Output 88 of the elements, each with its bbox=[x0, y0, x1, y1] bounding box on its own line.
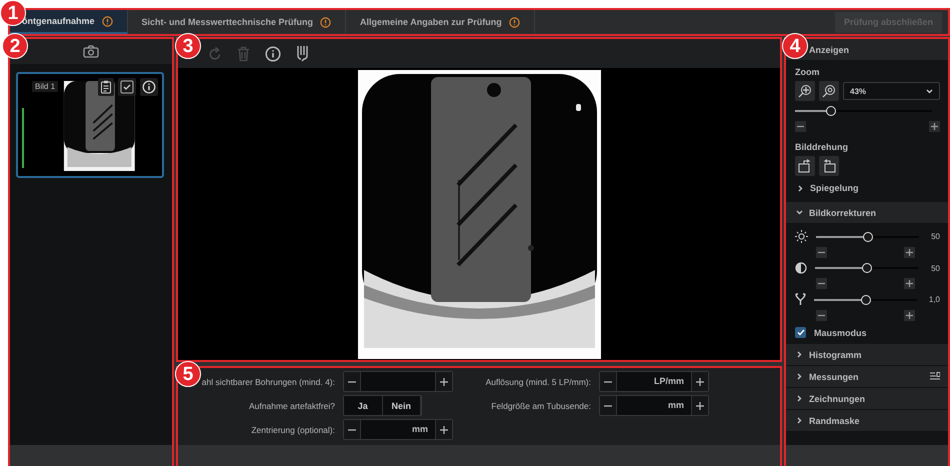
contrast-icon bbox=[795, 262, 807, 274]
increment-button[interactable] bbox=[692, 396, 708, 415]
field-label: Zentrierung (optional): bbox=[250, 424, 335, 434]
field-label: Auflösung (mind. 5 LP/mm): bbox=[484, 376, 591, 386]
info-button[interactable] bbox=[263, 44, 283, 64]
number-stepper[interactable]: LP/mm bbox=[599, 371, 709, 392]
approve-button[interactable] bbox=[118, 78, 136, 96]
image-thumbnail[interactable]: Bild 1 bbox=[16, 72, 164, 178]
zoom-in-icon bbox=[798, 84, 812, 98]
zoom-dropdown[interactable]: 43% bbox=[843, 82, 940, 100]
clip-icon bbox=[296, 44, 310, 62]
increment-button[interactable] bbox=[436, 372, 452, 391]
decrement-button[interactable] bbox=[344, 372, 360, 391]
field-label: ahl sichtbarer Bohrungen (mind. 4): bbox=[200, 376, 335, 386]
clipboard-icon bbox=[100, 80, 112, 94]
section-header[interactable]: Randmaske bbox=[809, 416, 860, 426]
chevron-right-icon bbox=[797, 184, 804, 192]
increment-button[interactable] bbox=[929, 121, 940, 132]
decrement-button[interactable] bbox=[816, 247, 827, 258]
info-icon bbox=[265, 46, 281, 62]
image-label: Bild 1 bbox=[32, 81, 58, 92]
rotate-right-icon bbox=[822, 159, 836, 173]
rotate-icon bbox=[208, 46, 222, 62]
caret-icon bbox=[926, 88, 933, 94]
section-header[interactable]: Bildkorrekturen bbox=[809, 208, 876, 218]
plus-icon bbox=[696, 378, 704, 386]
slider-value: 1,0 bbox=[928, 295, 940, 304]
trash-icon bbox=[237, 46, 250, 62]
slider-thumb[interactable] bbox=[826, 106, 836, 116]
increment-button[interactable] bbox=[436, 420, 452, 439]
decrement-button[interactable] bbox=[600, 396, 616, 415]
plus-icon bbox=[931, 123, 938, 130]
slider-value: 50 bbox=[930, 264, 940, 272]
plus-icon bbox=[906, 249, 913, 256]
option-button[interactable]: Nein bbox=[382, 396, 421, 415]
info-icon bbox=[142, 80, 156, 94]
check-icon bbox=[796, 329, 804, 336]
section-header[interactable]: Anzeigen bbox=[809, 44, 850, 54]
sun-icon bbox=[795, 230, 808, 243]
gamma-icon bbox=[795, 293, 806, 306]
subsection-header[interactable]: Spiegelung bbox=[795, 180, 940, 196]
section-header[interactable]: Messungen bbox=[809, 372, 859, 382]
plus-icon bbox=[696, 402, 704, 410]
section-label: Bilddrehung bbox=[795, 142, 849, 152]
plus-icon bbox=[906, 280, 913, 287]
slider-thumb[interactable] bbox=[862, 232, 872, 242]
plus-icon bbox=[440, 426, 448, 434]
decrement-button[interactable] bbox=[795, 121, 806, 132]
field-label: Aufnahme artefaktfrei? bbox=[248, 400, 335, 410]
check-icon bbox=[120, 80, 134, 94]
plus-icon bbox=[906, 312, 913, 319]
zoom-fit-button[interactable] bbox=[795, 81, 815, 101]
checkbox-label: Mausmodus bbox=[814, 328, 867, 338]
number-stepper[interactable]: mm bbox=[599, 395, 709, 416]
section-label: Zoom bbox=[795, 67, 820, 77]
increment-button[interactable] bbox=[692, 372, 708, 391]
slider-value: 50 bbox=[930, 232, 940, 241]
section-header[interactable]: Zeichnungen bbox=[809, 394, 865, 404]
rotate-left-icon bbox=[798, 159, 812, 173]
slider-thumb[interactable] bbox=[862, 263, 872, 273]
decrement-button[interactable] bbox=[344, 420, 360, 439]
decrement-button[interactable] bbox=[816, 310, 827, 321]
slider-thumb[interactable] bbox=[860, 294, 870, 304]
camera-icon bbox=[83, 45, 99, 58]
zoom-target-icon bbox=[822, 84, 836, 98]
field-label: Feldgröße am Tubusende: bbox=[490, 400, 591, 410]
rotate-left-button[interactable] bbox=[795, 156, 815, 176]
rotate-right-button[interactable] bbox=[819, 156, 839, 176]
minus-icon bbox=[818, 280, 825, 287]
decrement-button[interactable] bbox=[600, 372, 616, 391]
clipboard-button[interactable] bbox=[98, 78, 114, 96]
minus-icon bbox=[818, 249, 825, 256]
plus-icon bbox=[440, 378, 448, 386]
number-stepper[interactable]: mm bbox=[343, 419, 453, 440]
checkbox[interactable] bbox=[795, 327, 806, 338]
increment-button[interactable] bbox=[904, 310, 915, 321]
increment-button[interactable] bbox=[904, 278, 915, 289]
section-header[interactable]: Histogramm bbox=[809, 350, 862, 360]
zoom-actual-button[interactable] bbox=[819, 81, 839, 101]
option-button[interactable]: Ja bbox=[344, 396, 382, 415]
minus-icon bbox=[818, 312, 825, 319]
minus-icon bbox=[797, 123, 804, 130]
camera-button[interactable] bbox=[81, 43, 101, 60]
status-stripe bbox=[22, 108, 24, 168]
info-button[interactable] bbox=[140, 78, 158, 96]
decrement-button[interactable] bbox=[816, 278, 827, 289]
annotation-marker: 2 bbox=[2, 33, 28, 59]
increment-button[interactable] bbox=[904, 247, 915, 258]
